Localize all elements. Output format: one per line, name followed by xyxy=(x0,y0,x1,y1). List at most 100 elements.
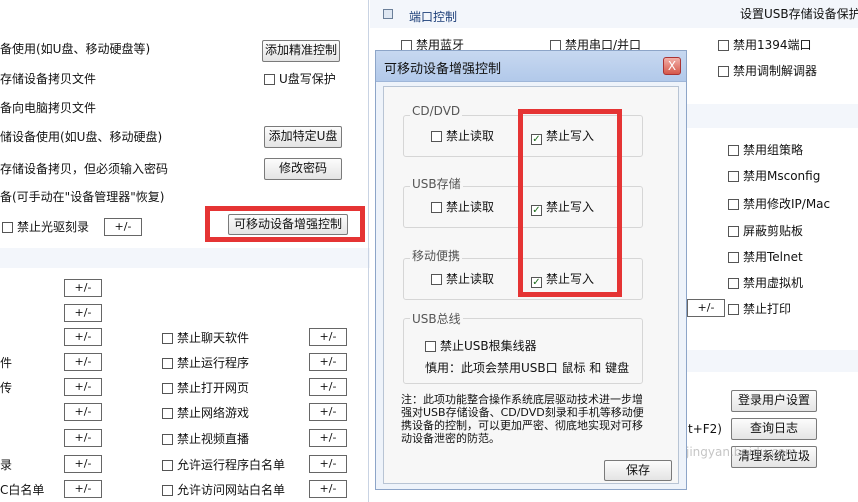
block-clipboard-option[interactable]: 屏蔽剪贴板 xyxy=(728,222,803,239)
disable-web-checkbox[interactable] xyxy=(162,383,173,394)
cd-disable-read-checkbox[interactable] xyxy=(431,131,442,142)
portable-disable-read-label: 禁止读取 xyxy=(446,272,495,286)
add-specific-usb-button[interactable]: 添加特定U盘 xyxy=(264,126,342,148)
disable-telnet-option[interactable]: 禁用Telnet xyxy=(728,248,803,265)
dialog-note: 注：此项功能整合操作系统底层驱动技术进一步增强对USB存储设备、CD/DVD刻录… xyxy=(401,393,644,445)
dialog-title: 可移动设备增强控制 xyxy=(384,62,502,77)
disable-modem-label: 禁用调制解调器 xyxy=(733,64,818,78)
left-row-1: 存储设备拷贝文件 xyxy=(0,72,97,86)
query-log-button[interactable]: 查询日志 xyxy=(731,418,817,440)
plus-minus-button[interactable]: +/- xyxy=(687,299,725,317)
portable-disable-read-checkbox[interactable] xyxy=(431,274,442,285)
plus-minus-button[interactable]: +/- xyxy=(64,353,102,371)
group-cd-dvd-label: CD/DVD xyxy=(410,104,463,118)
close-icon[interactable]: X xyxy=(663,57,681,75)
lower-left-row: C白名单 xyxy=(0,483,45,497)
plus-minus-button[interactable]: +/- xyxy=(64,429,102,447)
disable-msconfig-label: 禁用Msconfig xyxy=(743,169,821,183)
disable-usb-root-hub-checkbox[interactable] xyxy=(425,341,436,352)
disable-vm-checkbox[interactable] xyxy=(728,278,739,289)
plus-minus-button[interactable]: +/- xyxy=(64,279,102,297)
usb-write-protect-label: U盘写保护 xyxy=(279,72,336,86)
group-portable-label: 移动便携 xyxy=(410,247,463,264)
allow-site-whitelist-label: 允许访问网站白名单 xyxy=(177,483,286,497)
disable-live-checkbox[interactable] xyxy=(162,434,173,445)
allow-site-whitelist-checkbox[interactable] xyxy=(162,485,173,496)
allow-program-whitelist-option[interactable]: 允许运行程序白名单 xyxy=(162,456,285,473)
port-control-title: 端口控制 xyxy=(409,10,458,24)
cd-disable-read-option[interactable]: 禁止读取 xyxy=(431,127,494,144)
dialog-titlebar[interactable]: 可移动设备增强控制 X xyxy=(376,51,686,82)
disable-group-policy-option[interactable]: 禁用组策略 xyxy=(728,141,803,158)
disable-modem-option[interactable]: 禁用调制解调器 xyxy=(718,62,817,79)
plus-minus-button[interactable]: +/- xyxy=(64,378,102,396)
disable-group-policy-label: 禁用组策略 xyxy=(743,143,804,157)
plus-minus-button[interactable]: +/- xyxy=(309,328,347,346)
disable-ip-mac-option[interactable]: 禁用修改IP/Mac xyxy=(728,195,830,212)
disable-print-checkbox[interactable] xyxy=(728,304,739,315)
plus-minus-button[interactable]: +/- xyxy=(309,378,347,396)
usb-storage-protect-link[interactable]: 设置USB存储设备保护 xyxy=(740,5,858,22)
left-row-0: 备使用(如U盘、移动硬盘等) xyxy=(0,42,151,56)
cd-burn-plus-minus-button[interactable]: +/- xyxy=(104,218,142,236)
disable-1394-option[interactable]: 禁用1394端口 xyxy=(718,36,812,53)
disable-chat-option[interactable]: 禁止聊天软件 xyxy=(162,329,249,346)
disable-msconfig-option[interactable]: 禁用Msconfig xyxy=(728,167,820,184)
disable-modem-checkbox[interactable] xyxy=(718,66,729,77)
plus-minus-button[interactable]: +/- xyxy=(64,328,102,346)
plus-minus-button[interactable]: +/- xyxy=(64,455,102,473)
usb-write-protect-option[interactable]: U盘写保护 xyxy=(264,70,336,87)
usb-disable-read-checkbox[interactable] xyxy=(431,202,442,213)
section-toggle-icon[interactable] xyxy=(383,9,393,19)
block-clipboard-checkbox[interactable] xyxy=(728,226,739,237)
plus-minus-button[interactable]: +/- xyxy=(64,304,102,322)
plus-minus-button[interactable]: +/- xyxy=(309,403,347,421)
group-usb-storage-label: USB存储 xyxy=(410,175,463,192)
disable-telnet-checkbox[interactable] xyxy=(728,252,739,263)
enhanced-control-button[interactable]: 可移动设备增强控制 xyxy=(228,214,348,235)
left-row-2: 备向电脑拷贝文件 xyxy=(0,101,97,115)
plus-minus-button[interactable]: +/- xyxy=(309,455,347,473)
watermark: jingyan.baidu.com xyxy=(686,445,797,459)
disable-usb-root-hub-label: 禁止USB根集线器 xyxy=(440,339,537,353)
usb-disable-read-option[interactable]: 禁止读取 xyxy=(431,198,494,215)
disable-vm-option[interactable]: 禁用虚拟机 xyxy=(728,274,803,291)
lower-left-row: 件 xyxy=(0,356,13,370)
disable-web-option[interactable]: 禁止打开网页 xyxy=(162,379,249,396)
disable-run-checkbox[interactable] xyxy=(162,358,173,369)
disable-cd-burn-checkbox[interactable] xyxy=(2,222,13,233)
plus-minus-button[interactable]: +/- xyxy=(64,480,102,498)
disable-web-label: 禁止打开网页 xyxy=(177,381,250,395)
usb-write-protect-checkbox[interactable] xyxy=(264,74,275,85)
disable-print-option[interactable]: 禁止打印 xyxy=(728,300,791,317)
lower-left-row: 传 xyxy=(0,381,13,395)
disable-cd-burn-option[interactable]: 禁止光驱刻录 xyxy=(2,218,89,235)
disable-telnet-label: 禁用Telnet xyxy=(743,250,803,264)
hotkey-text: t+F2) xyxy=(688,422,722,436)
save-button[interactable]: 保存 xyxy=(604,460,672,481)
disable-msconfig-checkbox[interactable] xyxy=(728,171,739,182)
allow-program-whitelist-checkbox[interactable] xyxy=(162,460,173,471)
disable-usb-root-hub-option[interactable]: 禁止USB根集线器 xyxy=(425,337,537,354)
disable-live-option[interactable]: 禁止视频直播 xyxy=(162,430,249,447)
disable-ip-mac-checkbox[interactable] xyxy=(728,199,739,210)
disable-chat-checkbox[interactable] xyxy=(162,333,173,344)
login-settings-button[interactable]: 登录用户设置 xyxy=(731,390,817,412)
plus-minus-button[interactable]: +/- xyxy=(309,429,347,447)
disable-game-option[interactable]: 禁止网络游戏 xyxy=(162,404,249,421)
plus-minus-button[interactable]: +/- xyxy=(309,353,347,371)
portable-disable-read-option[interactable]: 禁止读取 xyxy=(431,270,494,287)
change-password-button[interactable]: 修改密码 xyxy=(264,158,342,180)
cd-disable-read-label: 禁止读取 xyxy=(446,129,495,143)
plus-minus-button[interactable]: +/- xyxy=(64,403,102,421)
plus-minus-button[interactable]: +/- xyxy=(309,480,347,498)
disable-run-option[interactable]: 禁止运行程序 xyxy=(162,354,249,371)
lower-left-row: 录 xyxy=(0,458,13,472)
usb-bus-warning: 慎用：此项会禁用USB口 鼠标 和 键盘 xyxy=(425,361,630,375)
disable-1394-checkbox[interactable] xyxy=(718,40,729,51)
disable-group-policy-checkbox[interactable] xyxy=(728,145,739,156)
disable-live-label: 禁止视频直播 xyxy=(177,432,250,446)
add-precise-control-button[interactable]: 添加精准控制 xyxy=(262,40,340,62)
allow-site-whitelist-option[interactable]: 允许访问网站白名单 xyxy=(162,481,285,498)
disable-game-checkbox[interactable] xyxy=(162,408,173,419)
